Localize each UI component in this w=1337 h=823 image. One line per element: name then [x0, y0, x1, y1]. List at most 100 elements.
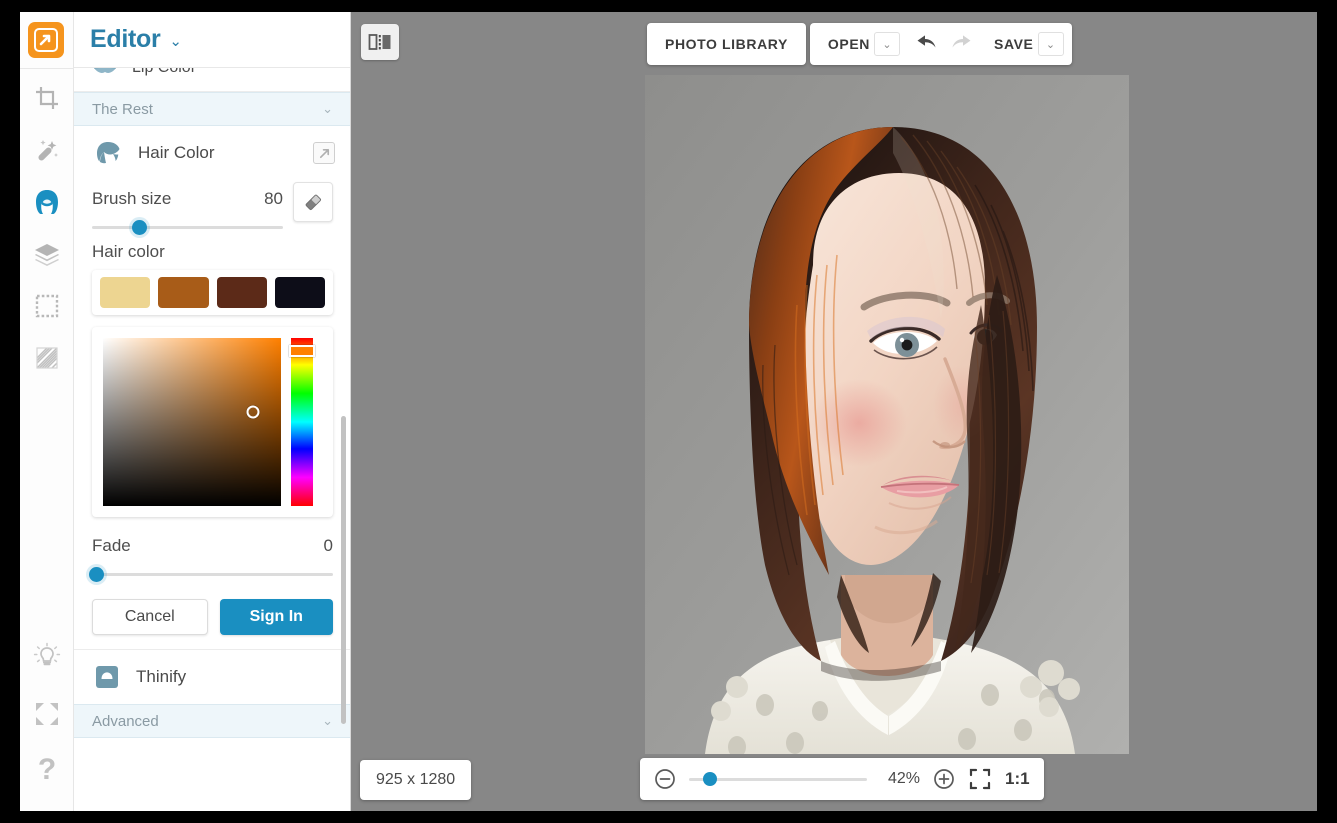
- list-item-label: Thinify: [136, 667, 335, 687]
- rail-divider: [20, 68, 74, 69]
- hue-slider[interactable]: [291, 338, 313, 506]
- action-buttons: Cancel Sign In: [92, 599, 333, 649]
- hair-swoop-icon: [92, 139, 124, 167]
- slider-handle[interactable]: [132, 220, 147, 235]
- slider-track: [92, 573, 333, 576]
- group-label: The Rest: [92, 101, 153, 118]
- undo-arrow-icon: [914, 34, 938, 54]
- swatch-blonde[interactable]: [100, 277, 150, 308]
- sidebar-item-layers[interactable]: [20, 228, 74, 280]
- tool-rail: ?: [20, 12, 74, 811]
- group-header-the-rest[interactable]: The Rest ⌄: [74, 92, 351, 126]
- scale-icon: [92, 662, 122, 692]
- photo-library-button[interactable]: PHOTO LIBRARY: [647, 23, 806, 65]
- hair-color-controls: Brush size 80: [74, 180, 351, 649]
- sidebar-item-textures[interactable]: [20, 332, 74, 384]
- zoom-in-button[interactable]: [933, 768, 955, 790]
- photo-canvas[interactable]: [645, 75, 1129, 754]
- fade-value: 0: [324, 536, 333, 556]
- group-header-advanced[interactable]: Advanced ⌄: [74, 704, 351, 738]
- fade-row: Fade 0: [92, 531, 333, 561]
- chevron-down-icon: ⌄: [169, 34, 182, 49]
- zoom-percent-label: 42%: [880, 770, 920, 788]
- layers-icon: [33, 240, 61, 268]
- lips-icon: [92, 68, 118, 81]
- sign-in-button[interactable]: Sign In: [220, 599, 334, 635]
- canvas-area: PHOTO LIBRARY OPEN ⌄ SAVE ⌄: [351, 12, 1317, 811]
- list-item-lip-color[interactable]: Lip Color: [74, 68, 351, 92]
- slider-handle[interactable]: [703, 772, 717, 786]
- compare-toggle-button[interactable]: [361, 24, 399, 60]
- zoom-controls: 42% 1:1: [640, 758, 1044, 800]
- black-gradient-layer: [103, 338, 281, 506]
- list-item-thinify[interactable]: Thinify: [74, 650, 351, 704]
- sidebar-item-fullscreen[interactable]: [20, 688, 74, 740]
- fade-slider[interactable]: [92, 563, 333, 585]
- slider-track: [92, 226, 283, 229]
- sidebar-item-frames[interactable]: [20, 280, 74, 332]
- slider-handle[interactable]: [89, 567, 104, 582]
- cancel-button[interactable]: Cancel: [92, 599, 208, 635]
- fit-screen-icon: [968, 767, 992, 791]
- sidebar-item-beautify[interactable]: [20, 176, 74, 228]
- undo-button[interactable]: [908, 23, 944, 65]
- sidebar-item-touchup[interactable]: [20, 124, 74, 176]
- hue-slider-handle[interactable]: [289, 345, 315, 357]
- photo-library-group: PHOTO LIBRARY: [647, 23, 806, 65]
- group-label: Advanced: [92, 713, 159, 730]
- fade-label: Fade: [92, 536, 131, 556]
- sidebar-scrollbar[interactable]: [341, 416, 346, 724]
- hair-icon: [32, 187, 62, 217]
- open-button[interactable]: OPEN: [810, 23, 880, 65]
- editor-window: ? Editor ⌄ Lip Color The Rest: [20, 12, 1317, 811]
- list-item-hair-color[interactable]: Hair Color: [74, 126, 351, 180]
- dimensions-value: 925 x 1280: [376, 771, 455, 789]
- question-mark-icon: ?: [38, 755, 56, 785]
- color-picker-cursor[interactable]: [246, 405, 259, 418]
- sidebar-item-help[interactable]: ?: [20, 744, 74, 796]
- image-dimensions-label: 925 x 1280: [360, 760, 471, 800]
- actual-size-button[interactable]: 1:1: [1005, 769, 1030, 789]
- eraser-icon: [302, 191, 324, 213]
- zoom-in-circle-icon: [933, 768, 955, 790]
- fit-screen-button[interactable]: [968, 767, 992, 791]
- sidebar-title: Editor: [90, 25, 160, 54]
- swatch-dark-brown[interactable]: [217, 277, 267, 308]
- crop-icon: [34, 85, 60, 111]
- zoom-slider[interactable]: [689, 769, 867, 789]
- saturation-value-field[interactable]: [103, 338, 281, 506]
- external-link-icon[interactable]: [313, 142, 335, 164]
- texture-icon: [33, 344, 61, 372]
- compare-split-icon: [368, 32, 392, 52]
- file-actions-group: OPEN ⌄ SAVE ⌄: [810, 23, 1072, 65]
- hair-color-sublabel: Hair color: [92, 242, 333, 262]
- app-logo[interactable]: [28, 22, 64, 58]
- open-dropdown-caret[interactable]: ⌄: [874, 32, 900, 56]
- color-picker: [92, 327, 333, 517]
- magic-wand-icon: [33, 136, 61, 164]
- zoom-out-button[interactable]: [654, 768, 676, 790]
- save-dropdown-caret[interactable]: ⌄: [1038, 32, 1064, 56]
- eraser-button[interactable]: [293, 182, 333, 222]
- list-item-label: Hair Color: [138, 143, 313, 163]
- brush-size-value: 80: [264, 189, 283, 209]
- save-button[interactable]: SAVE: [980, 23, 1044, 65]
- sidebar-item-crop[interactable]: [20, 72, 74, 124]
- brush-size-label: Brush size: [92, 189, 171, 209]
- redo-button[interactable]: [944, 23, 980, 65]
- hair-color-swatches: [92, 270, 333, 315]
- swatch-black[interactable]: [275, 277, 325, 308]
- brush-size-row: Brush size 80: [92, 184, 283, 214]
- main-toolbar: PHOTO LIBRARY OPEN ⌄ SAVE ⌄: [647, 23, 1072, 65]
- zoom-out-circle-icon: [654, 768, 676, 790]
- list-item-label: Lip Color: [132, 68, 196, 77]
- redo-arrow-icon: [950, 34, 974, 54]
- editor-sidebar: Editor ⌄ Lip Color The Rest ⌄: [74, 12, 351, 811]
- portrait-photo: [645, 75, 1129, 754]
- lightbulb-icon: [33, 642, 61, 670]
- chevron-down-icon: ⌄: [322, 713, 333, 729]
- brush-size-slider[interactable]: [92, 216, 283, 238]
- swatch-copper[interactable]: [158, 277, 208, 308]
- sidebar-item-ideas[interactable]: [20, 630, 74, 682]
- sidebar-header[interactable]: Editor ⌄: [74, 12, 351, 68]
